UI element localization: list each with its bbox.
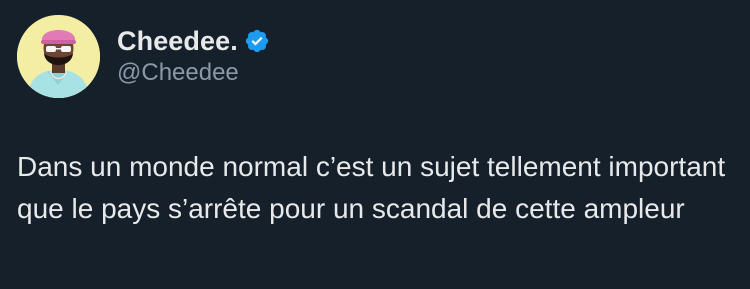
avatar[interactable] xyxy=(17,15,100,98)
tweet-text: Dans un monde normal c’est un sujet tell… xyxy=(17,151,726,224)
author-display-name[interactable]: Cheedee. xyxy=(117,26,238,57)
avatar-illustration-icon xyxy=(17,15,100,98)
verified-badge-icon xyxy=(244,28,270,54)
author-name-row: Cheedee. xyxy=(117,25,270,57)
tweet-card: Cheedee. @Cheedee Dans un monde normal c… xyxy=(0,0,750,289)
author-handle[interactable]: @Cheedee xyxy=(117,59,239,87)
